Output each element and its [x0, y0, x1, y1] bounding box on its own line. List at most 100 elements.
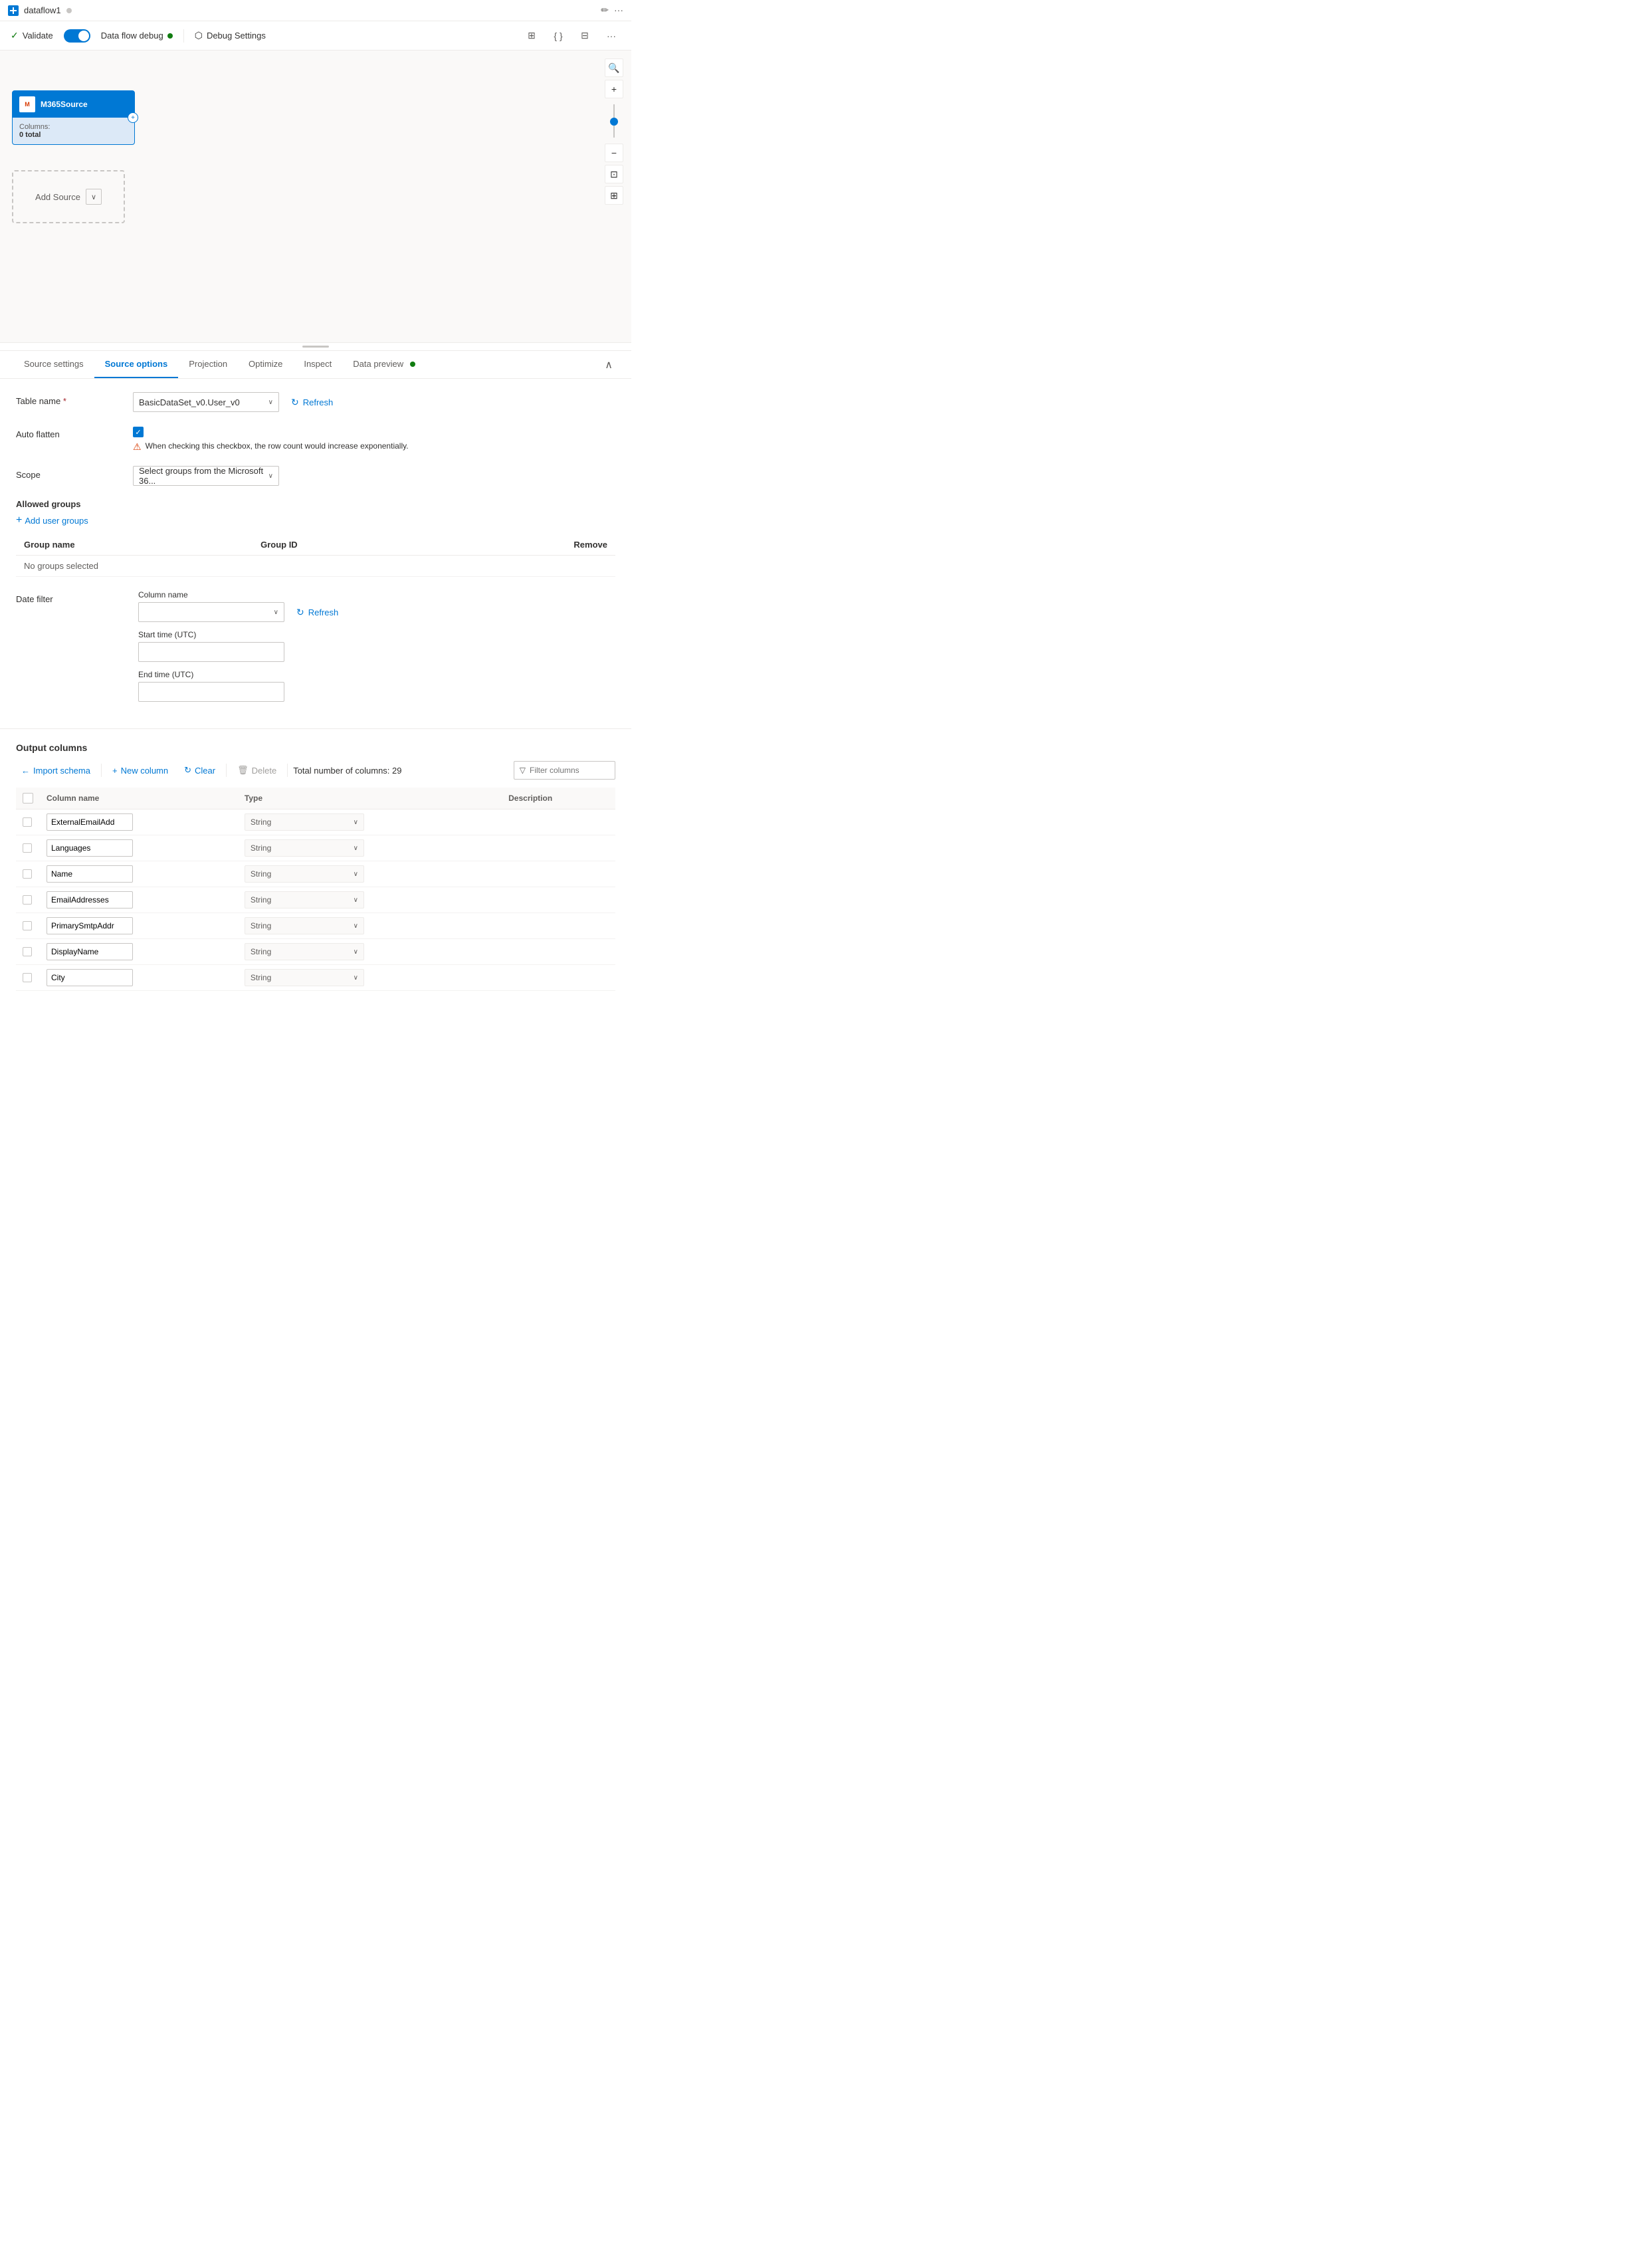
- col-name-input[interactable]: [47, 969, 133, 986]
- table-row: String ∨: [16, 965, 615, 991]
- debug-toggle[interactable]: [64, 29, 90, 43]
- tab-source-settings[interactable]: Source settings: [13, 351, 94, 378]
- row-checkbox[interactable]: [23, 895, 32, 905]
- auto-flatten-controls: ✓ ⚠ When checking this checkbox, the row…: [133, 425, 409, 453]
- add-user-groups-button[interactable]: + Add user groups: [16, 514, 615, 526]
- col-name-cell: [40, 809, 238, 835]
- select-all-checkbox-header[interactable]: [16, 788, 40, 809]
- start-time-label: Start time (UTC): [138, 630, 344, 639]
- no-groups-row: No groups selected: [16, 556, 615, 577]
- col-type-cell: String ∨: [238, 809, 502, 835]
- fit-screen-button[interactable]: ⊡: [605, 165, 623, 183]
- validate-button[interactable]: ✓ Validate: [11, 30, 53, 41]
- zoom-out-button[interactable]: −: [605, 144, 623, 162]
- col-type-dropdown[interactable]: String ∨: [245, 839, 364, 857]
- canvas-area: M M365Source Columns: 0 total + Add Sour…: [0, 51, 631, 343]
- scope-dropdown[interactable]: Select groups from the Microsoft 36... ∨: [133, 466, 279, 486]
- select-all-button[interactable]: ⊞: [605, 186, 623, 205]
- allowed-groups-section: Allowed groups + Add user groups Group n…: [16, 499, 615, 577]
- col-type-cell: String ∨: [238, 835, 502, 861]
- date-filter-fields: Column name ∨ ↻ Refresh Start ti: [138, 590, 344, 702]
- check-icon: ✓: [135, 428, 141, 437]
- node-icon: M: [19, 96, 35, 112]
- plus-icon: +: [16, 514, 22, 526]
- tab-optimize[interactable]: Optimize: [238, 351, 293, 378]
- row-checkbox[interactable]: [23, 947, 32, 956]
- add-source-chevron: ∨: [86, 189, 102, 205]
- col-type-dropdown[interactable]: String ∨: [245, 865, 364, 883]
- end-time-input[interactable]: [138, 682, 284, 702]
- row-checkbox[interactable]: [23, 921, 32, 930]
- delete-button[interactable]: 🗑 Delete: [232, 762, 282, 778]
- output-columns-section: Output columns ← Import schema + New col…: [0, 728, 631, 1004]
- toggle-knob: [78, 31, 89, 41]
- grid-view-button[interactable]: ⊞: [522, 27, 541, 45]
- col-name-input[interactable]: [47, 891, 133, 909]
- add-source-node[interactable]: Add Source ∨: [12, 170, 125, 223]
- table-name-dropdown[interactable]: BasicDataSet_v0.User_v0 ∨: [133, 392, 279, 412]
- node-connector[interactable]: +: [128, 112, 138, 123]
- groups-table: Group name Group ID Remove No groups sel…: [16, 534, 615, 577]
- row-checkbox-cell: [16, 835, 40, 861]
- col-name-input[interactable]: [47, 917, 133, 934]
- end-time-label: End time (UTC): [138, 670, 344, 679]
- row-checkbox-cell: [16, 809, 40, 835]
- zoom-slider[interactable]: [605, 101, 623, 141]
- type-chevron-icon: ∨: [354, 922, 358, 930]
- separator-1: [183, 29, 184, 43]
- col-type-dropdown[interactable]: String ∨: [245, 891, 364, 909]
- col-name-input[interactable]: [47, 865, 133, 883]
- tab-data-preview[interactable]: Data preview: [342, 351, 426, 378]
- column-name-dropdown[interactable]: ∨: [138, 602, 284, 622]
- row-checkbox-cell: [16, 965, 40, 991]
- remove-header: Remove: [440, 534, 615, 556]
- chevron-down-icon: ∨: [268, 399, 273, 406]
- table-name-refresh-button[interactable]: ↻ Refresh: [286, 394, 338, 411]
- search-button[interactable]: 🔍: [605, 58, 623, 77]
- row-checkbox[interactable]: [23, 817, 32, 827]
- row-checkbox[interactable]: [23, 973, 32, 982]
- auto-flatten-checkbox[interactable]: ✓: [133, 427, 144, 437]
- code-view-button[interactable]: { }: [549, 27, 568, 45]
- col-type-dropdown[interactable]: String ∨: [245, 917, 364, 934]
- import-schema-button[interactable]: ← Import schema: [16, 763, 96, 778]
- col-name-input[interactable]: [47, 839, 133, 857]
- filter-columns-input[interactable]: [530, 766, 609, 775]
- start-time-input[interactable]: [138, 642, 284, 662]
- row-checkbox[interactable]: [23, 869, 32, 879]
- clear-button[interactable]: ↻ Clear: [179, 762, 221, 778]
- more-options-button[interactable]: ···: [602, 27, 621, 45]
- table-view-button[interactable]: ⊟: [575, 27, 594, 45]
- col-type-dropdown[interactable]: String ∨: [245, 943, 364, 960]
- data-preview-dot: [410, 362, 415, 367]
- columns-table-header: Column name Type Description: [16, 788, 615, 809]
- refresh-icon-2: ↻: [296, 607, 304, 618]
- table-row: String ∨: [16, 913, 615, 939]
- col-name-input[interactable]: [47, 943, 133, 960]
- col-name-cell: [40, 861, 238, 887]
- col-type-dropdown[interactable]: String ∨: [245, 813, 364, 831]
- row-checkbox[interactable]: [23, 843, 32, 853]
- validate-label: Validate: [23, 31, 53, 41]
- col-name-input[interactable]: [47, 813, 133, 831]
- header-checkbox[interactable]: [23, 793, 33, 803]
- collapse-handle[interactable]: [0, 343, 631, 351]
- more-icon[interactable]: ···: [614, 5, 623, 16]
- tab-source-options[interactable]: Source options: [94, 351, 179, 378]
- auto-flatten-warning: ⚠ When checking this checkbox, the row c…: [133, 441, 409, 453]
- m365source-node[interactable]: M M365Source Columns: 0 total +: [12, 90, 135, 145]
- zoom-in-button[interactable]: +: [605, 80, 623, 98]
- table-row: String ∨: [16, 887, 615, 913]
- col-name-cell: [40, 835, 238, 861]
- tab-inspect[interactable]: Inspect: [293, 351, 342, 378]
- group-id-header: Group ID: [253, 534, 440, 556]
- tab-projection[interactable]: Projection: [178, 351, 238, 378]
- new-column-button[interactable]: + New column: [107, 763, 173, 778]
- col-type-dropdown[interactable]: String ∨: [245, 969, 364, 986]
- debug-settings-button[interactable]: ⬡ Debug Settings: [195, 30, 266, 41]
- date-filter-row: Date filter Column name ∨ ↻ Refresh: [16, 590, 615, 702]
- column-name-refresh-button[interactable]: ↻ Refresh: [291, 604, 344, 621]
- edit-icon[interactable]: ✏: [601, 5, 609, 16]
- node-header: M M365Source: [13, 91, 134, 118]
- panel-collapse-button[interactable]: ∧: [599, 353, 618, 377]
